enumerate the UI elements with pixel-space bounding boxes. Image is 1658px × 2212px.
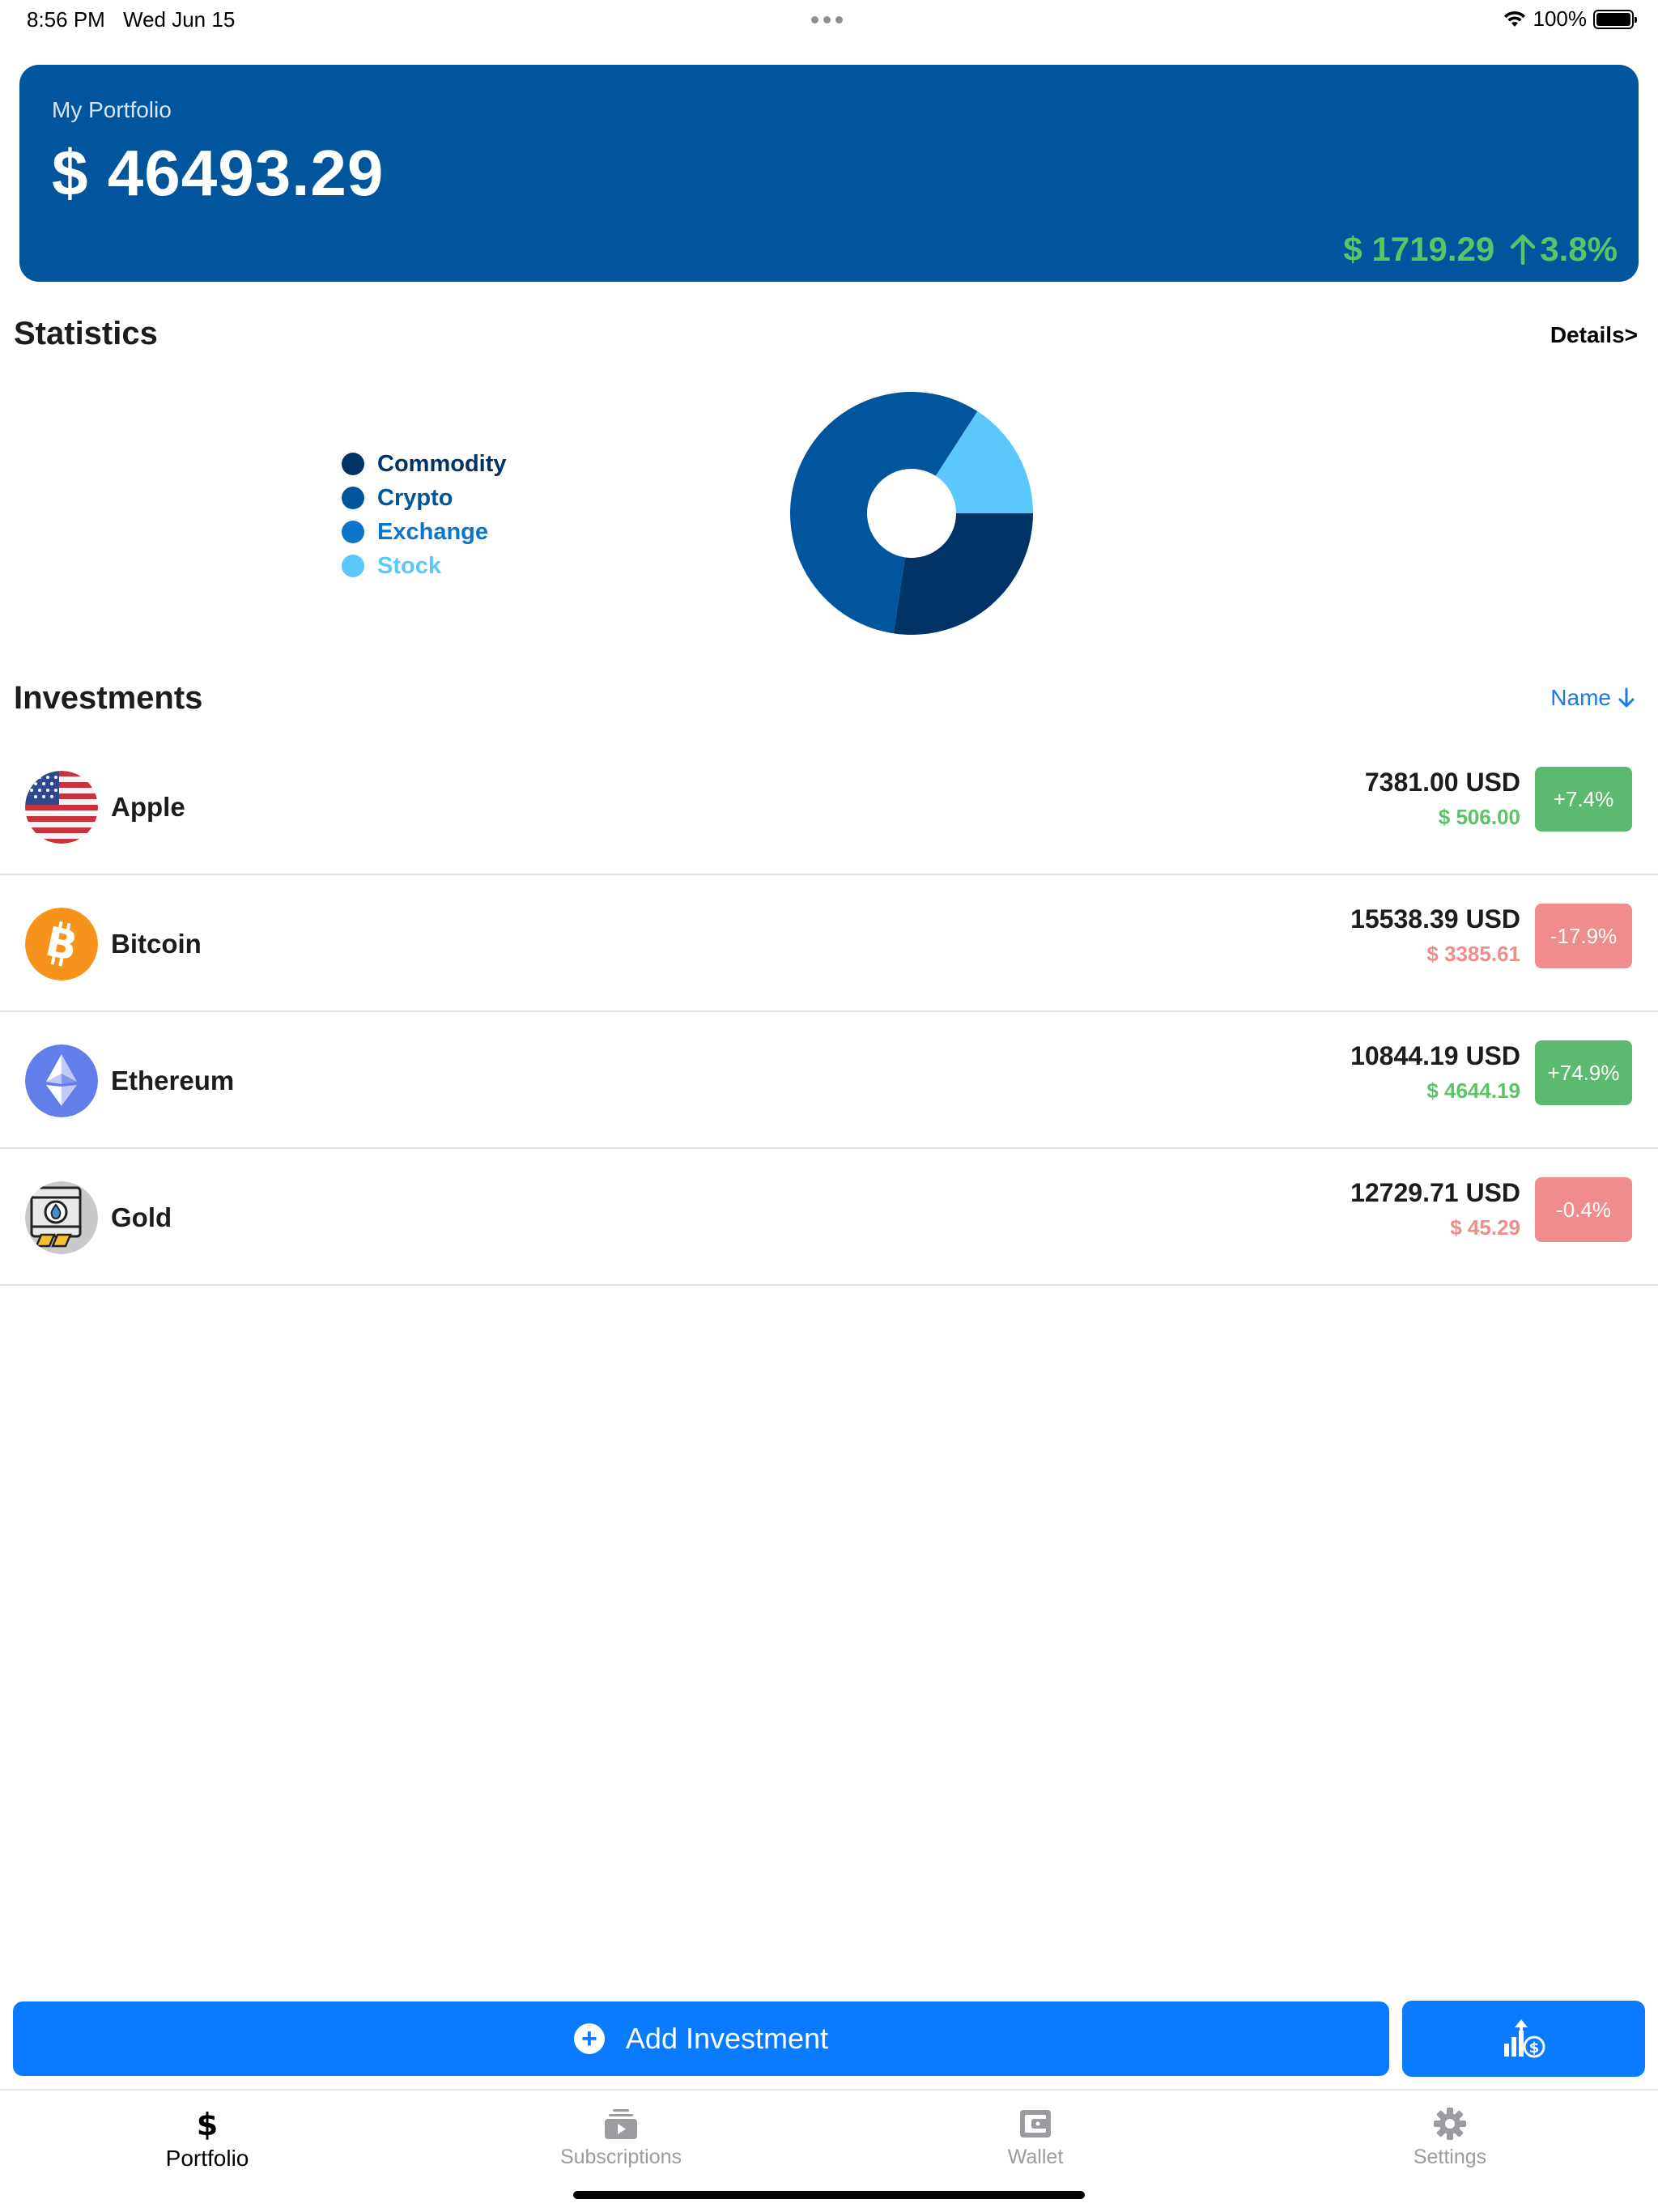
legend-label: Commodity: [377, 450, 507, 477]
ethereum-icon: [25, 1044, 98, 1117]
investment-row-gold[interactable]: Gold 12729.71 USD $ 45.29 -0.4%: [0, 1149, 1658, 1286]
add-investment-label: Add Investment: [625, 2022, 829, 2055]
portfolio-change-amount: $ 1719.29: [1343, 230, 1495, 268]
battery-percent: 100%: [1533, 6, 1588, 31]
home-indicator[interactable]: [573, 2191, 1085, 2199]
investment-value: 7381.00 USD: [1364, 768, 1520, 797]
statistics-title: Statistics: [14, 316, 158, 351]
investment-value: 10844.19 USD: [1350, 1041, 1520, 1070]
tab-settings[interactable]: Settings: [1337, 2105, 1563, 2169]
status-date: Wed Jun 15: [123, 7, 236, 32]
portfolio-label: My Portfolio: [52, 97, 172, 122]
plus-circle-icon: +: [573, 2023, 605, 2054]
battery-icon: [1593, 9, 1637, 29]
arrow-down-icon: [1618, 687, 1635, 708]
tab-wallet[interactable]: Wallet: [922, 2105, 1149, 2169]
investment-delta: $ 4644.19: [1426, 1078, 1520, 1103]
legend-label: Stock: [377, 552, 441, 579]
subscriptions-icon: [603, 2105, 639, 2142]
status-indicators: 100%: [1503, 6, 1637, 32]
portfolio-summary-card[interactable]: My Portfolio $ 46493.29 $ 1719.29 3.8%: [19, 65, 1639, 282]
arrow-up-icon: 3.8%: [1509, 230, 1618, 269]
us-flag-icon: [25, 771, 98, 844]
legend-item-commodity: Commodity: [342, 447, 507, 481]
investment-row-bitcoin[interactable]: B Bitcoin 15538.39 USD $ 3385.61 -17.9%: [0, 875, 1658, 1012]
investment-delta: $ 506.00: [1438, 805, 1520, 829]
investment-name: Gold: [111, 1202, 172, 1232]
gear-icon: [1433, 2105, 1467, 2142]
tab-label: Subscriptions: [559, 2146, 682, 2168]
investment-value: 15538.39 USD: [1350, 904, 1520, 934]
legend-dot: [342, 487, 364, 509]
investment-name: Bitcoin: [111, 929, 202, 959]
legend-item-crypto: Crypto: [342, 481, 507, 515]
change-badge: +7.4%: [1535, 767, 1632, 832]
tab-subscriptions[interactable]: Subscriptions: [508, 2105, 734, 2169]
status-bar: 8:56 PM Wed Jun 15 100%: [0, 0, 1658, 39]
svg-text:$: $: [1529, 2040, 1540, 2057]
legend-dot: [342, 521, 364, 543]
wallet-icon: [1018, 2105, 1052, 2142]
investment-name: Apple: [111, 792, 185, 822]
wifi-icon: [1503, 11, 1525, 27]
portfolio-total: $ 46493.29: [52, 137, 385, 209]
investment-value: 12729.71 USD: [1350, 1178, 1520, 1207]
legend-item-stock: Stock: [342, 549, 507, 583]
legend-dot: [342, 555, 364, 577]
chart-legend: Commodity Crypto Exchange Stock: [342, 447, 507, 583]
investment-row-apple[interactable]: Apple 7381.00 USD $ 506.00 +7.4%: [0, 738, 1658, 875]
portfolio-change: $ 1719.29 3.8%: [1343, 230, 1618, 269]
investment-delta: $ 45.29: [1450, 1215, 1520, 1240]
tab-label: Settings: [1413, 2146, 1487, 2168]
bitcoin-icon: B: [25, 908, 98, 981]
change-badge: +74.9%: [1535, 1040, 1632, 1105]
status-time: 8:56 PM: [27, 7, 105, 32]
gold-bars-icon: [25, 1181, 98, 1254]
change-badge: -17.9%: [1535, 904, 1632, 968]
tab-label: Portfolio: [165, 2146, 249, 2171]
growth-dollar-icon: $: [1504, 2019, 1545, 2058]
multitasking-dots-icon[interactable]: [811, 16, 843, 23]
add-investment-button[interactable]: + Add Investment: [13, 2001, 1389, 2076]
change-badge: -0.4%: [1535, 1177, 1632, 1242]
sort-label: Name: [1550, 685, 1611, 710]
investment-delta: $ 3385.61: [1426, 942, 1520, 966]
details-link[interactable]: Details>: [1550, 322, 1638, 348]
investment-row-ethereum[interactable]: Ethereum 10844.19 USD $ 4644.19 +74.9%: [0, 1012, 1658, 1149]
investment-name: Ethereum: [111, 1066, 235, 1095]
svg-text:$: $: [197, 2107, 218, 2142]
tab-portfolio[interactable]: $ Portfolio: [94, 2105, 321, 2172]
legend-dot: [342, 453, 364, 475]
dollar-icon: $: [195, 2105, 219, 2142]
tab-label: Wallet: [1007, 2146, 1064, 2168]
investment-list: Apple 7381.00 USD $ 506.00 +7.4% B Bitco…: [0, 738, 1658, 1286]
sort-button[interactable]: Name: [1550, 685, 1635, 711]
donut-slice-commodity[interactable]: [893, 513, 1033, 635]
portfolio-change-percent: 3.8%: [1540, 230, 1618, 268]
legend-item-exchange: Exchange: [342, 515, 507, 549]
investments-title: Investments: [14, 680, 203, 716]
legend-label: Exchange: [377, 518, 488, 545]
legend-label: Crypto: [377, 484, 453, 511]
investment-growth-button[interactable]: $: [1402, 2001, 1645, 2077]
allocation-donut-chart[interactable]: [790, 392, 1033, 635]
